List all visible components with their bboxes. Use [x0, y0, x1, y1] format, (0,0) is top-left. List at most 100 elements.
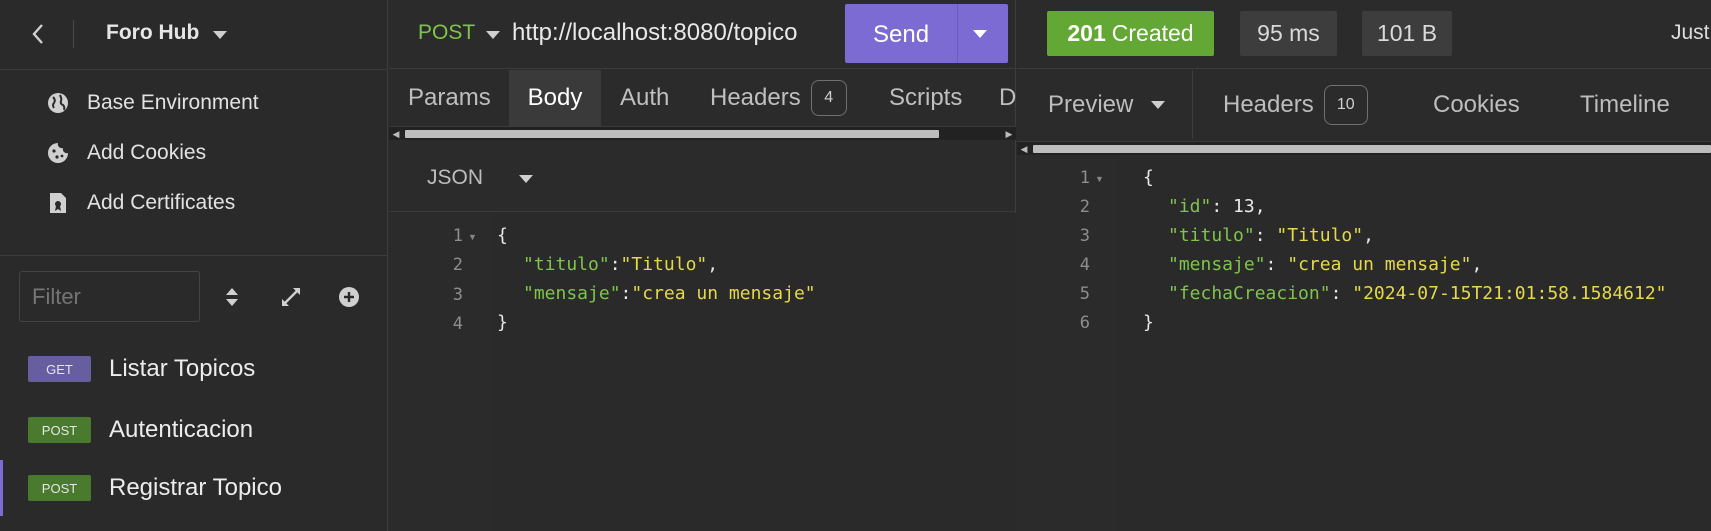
fold-caret-icon[interactable]: ▼ — [1095, 174, 1104, 184]
scroll-right-icon[interactable]: ▶ — [1004, 129, 1014, 139]
line-number: 5 — [1079, 284, 1090, 304]
status-badge: 201 Created — [1047, 11, 1214, 56]
status-text: Created — [1111, 20, 1194, 46]
line-number: 3 — [1079, 226, 1090, 246]
project-name[interactable]: Foro Hub — [106, 21, 199, 45]
add-cookies-label: Add Cookies — [87, 141, 207, 164]
code-line: "titulo":"Titulo", — [523, 254, 719, 275]
status-code: 201 — [1067, 20, 1106, 46]
line-number: 3 — [452, 285, 463, 305]
method-badge: POST — [28, 475, 91, 501]
response-tab-divider — [1192, 70, 1193, 139]
tab-headers-label: Headers — [1223, 90, 1314, 118]
base-environment-item[interactable]: Base Environment — [0, 78, 388, 128]
request-body-editor[interactable]: 1 ▼ 2 3 4 { "titulo":"Titulo", "mensaje"… — [389, 213, 1016, 531]
line-number: 2 — [1079, 197, 1090, 217]
request-name: Autenticacion — [109, 416, 254, 443]
sort-icon[interactable] — [219, 284, 245, 310]
add-certificates-label: Add Certificates — [87, 191, 236, 214]
response-panel: 201 Created 95 ms 101 B Just Preview Hea… — [1017, 0, 1711, 531]
tab-timeline[interactable]: Timeline — [1580, 70, 1670, 139]
response-tabs: Preview Headers 10 Cookies Timeline — [1017, 70, 1711, 139]
chevron-down-icon[interactable] — [519, 175, 533, 183]
line-number: 4 — [1079, 255, 1090, 275]
header-divider — [73, 20, 74, 48]
line-number: 4 — [452, 314, 463, 334]
sidebar-header: Foro Hub — [0, 0, 388, 70]
code-line: "fechaCreacion": "2024-07-15T21:01:58.15… — [1168, 283, 1667, 304]
request-panel: POST http://localhost:8080/topico Send P… — [389, 0, 1016, 531]
response-time: 95 ms — [1240, 11, 1337, 56]
tab-headers[interactable]: Headers 4 — [710, 70, 847, 126]
line-gutter: 1 ▼ 2 3 4 5 6 — [1017, 158, 1118, 531]
response-status-bar: 201 Created 95 ms 101 B Just — [1017, 0, 1711, 69]
sidebar-divider — [0, 255, 388, 256]
scrollbar-thumb[interactable] — [405, 130, 939, 138]
filter-input[interactable] — [19, 271, 200, 322]
response-size: 101 B — [1362, 11, 1452, 56]
code-line: "id": 13, — [1168, 196, 1266, 217]
tab-response-headers[interactable]: Headers 10 — [1223, 70, 1368, 139]
line-number: 1 — [452, 226, 463, 246]
tab-scripts[interactable]: Scripts — [889, 70, 962, 126]
code-line: { — [497, 225, 508, 246]
code-line: "mensaje": "crea un mensaje", — [1168, 254, 1483, 275]
headers-count-badge: 4 — [810, 80, 847, 116]
headers-count-badge: 10 — [1323, 84, 1368, 125]
line-number: 6 — [1079, 313, 1090, 333]
tab-params[interactable]: Params — [389, 70, 508, 126]
tab-body[interactable]: Body — [509, 70, 601, 126]
scroll-left-icon[interactable]: ◀ — [1019, 144, 1029, 154]
scrollbar-thumb[interactable] — [1033, 145, 1711, 153]
chevron-down-icon[interactable] — [213, 31, 227, 39]
scroll-left-icon[interactable]: ◀ — [391, 129, 401, 139]
line-gutter: 1 ▼ 2 3 4 — [389, 213, 491, 531]
line-number: 2 — [452, 255, 463, 275]
chevron-down-icon[interactable] — [1151, 100, 1166, 109]
tab-docs[interactable]: D — [999, 70, 1016, 126]
code-line: "titulo": "Titulo", — [1168, 225, 1374, 246]
method-badge: POST — [28, 417, 91, 443]
tab-preview[interactable]: Preview — [1048, 70, 1166, 139]
tabs-scrollbar[interactable]: ◀ ▶ — [389, 126, 1016, 140]
add-cookies-item[interactable]: Add Cookies — [0, 128, 388, 178]
add-circle-icon[interactable] — [336, 284, 362, 310]
expand-icon[interactable] — [278, 284, 304, 310]
url-input[interactable]: http://localhost:8080/topico — [512, 19, 798, 47]
tab-preview-label: Preview — [1048, 90, 1134, 118]
request-name: Registrar Topico — [109, 474, 282, 501]
cookie-icon — [46, 141, 70, 165]
body-type-bar: JSON — [389, 141, 1016, 212]
code-line: "mensaje":"crea un mensaje" — [523, 283, 816, 304]
method-selector[interactable]: POST — [418, 21, 475, 45]
send-split-divider — [957, 4, 958, 63]
code-area[interactable]: { "titulo":"Titulo", "mensaje":"crea un … — [491, 213, 1016, 531]
code-area[interactable]: { "id": 13, "titulo": "Titulo", "mensaje… — [1118, 158, 1711, 531]
code-line: } — [497, 312, 508, 333]
body-type-selector[interactable]: JSON — [427, 166, 483, 190]
request-item-listar-topicos[interactable]: GET Listar Topicos — [0, 341, 388, 397]
chevron-down-icon[interactable] — [486, 31, 500, 39]
certificate-icon — [46, 191, 70, 215]
response-scrollbar[interactable]: ◀ — [1017, 141, 1711, 155]
tab-headers-label: Headers — [710, 84, 801, 111]
url-bar: POST http://localhost:8080/topico Send — [389, 0, 1016, 69]
sidebar: Foro Hub Base Environment Add Cookies Ad… — [0, 0, 388, 531]
globe-icon — [46, 91, 70, 115]
request-tabs: Params Body Auth Headers 4 Scripts D — [389, 70, 1016, 126]
base-environment-label: Base Environment — [87, 91, 259, 114]
method-badge: GET — [28, 356, 91, 382]
back-chevron-icon[interactable] — [26, 20, 50, 48]
code-line: } — [1143, 312, 1154, 333]
send-options-chevron-icon[interactable] — [973, 30, 987, 38]
request-item-registrar-topico[interactable]: POST Registrar Topico — [0, 460, 388, 516]
add-certificates-item[interactable]: Add Certificates — [0, 178, 388, 228]
request-item-autenticacion[interactable]: POST Autenticacion — [0, 402, 388, 458]
code-line: { — [1143, 167, 1154, 188]
tab-cookies[interactable]: Cookies — [1433, 70, 1520, 139]
fold-caret-icon[interactable]: ▼ — [468, 232, 477, 242]
tab-auth[interactable]: Auth — [620, 70, 669, 126]
response-body-viewer[interactable]: 1 ▼ 2 3 4 5 6 { "id": 13, "titulo": "Tit… — [1017, 158, 1711, 531]
request-name: Listar Topicos — [109, 355, 256, 382]
send-button[interactable]: Send — [845, 4, 1008, 63]
